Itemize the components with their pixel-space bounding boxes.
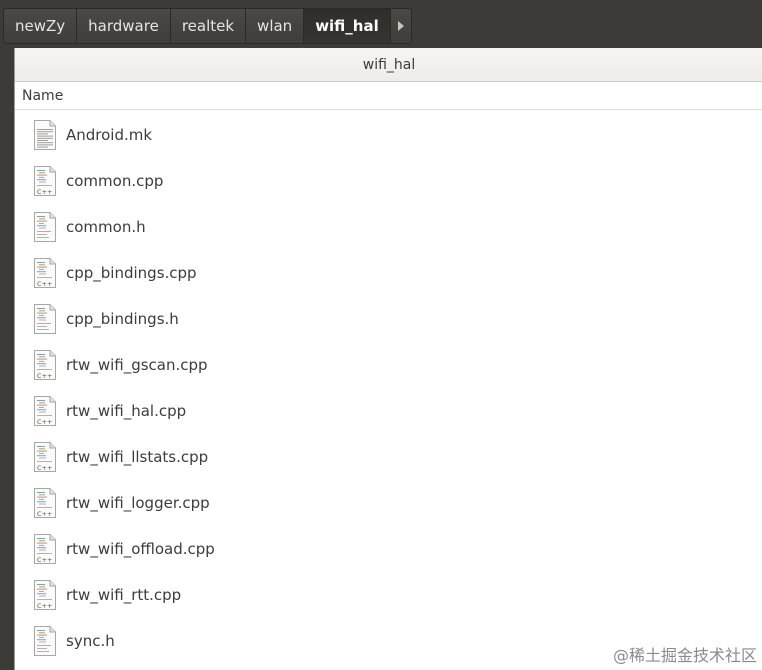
svg-text:C++: C++ [37, 464, 52, 472]
list-item[interactable]: C++ common.cpp [15, 158, 762, 204]
crumb-hardware[interactable]: hardware [76, 8, 170, 44]
triangle-right-icon [397, 21, 404, 31]
file-name: rtw_wifi_rtt.cpp [66, 586, 182, 604]
cpp-file-icon: C++ [34, 488, 56, 518]
svg-text:C++: C++ [37, 510, 52, 518]
file-name: rtw_wifi_logger.cpp [66, 494, 210, 512]
list-item[interactable]: C++ rtw_wifi_gscan.cpp [15, 342, 762, 388]
cpp-file-icon: C++ [34, 580, 56, 610]
cpp-file-icon: C++ [34, 534, 56, 564]
header-file-icon [34, 304, 56, 334]
svg-text:C++: C++ [37, 372, 52, 380]
list-item[interactable]: C++ rtw_wifi_hal.cpp [15, 388, 762, 434]
list-item[interactable]: C++ cpp_bindings.cpp [15, 250, 762, 296]
file-name: common.cpp [66, 172, 164, 190]
sidebar-edge [0, 48, 14, 670]
file-name: common.h [66, 218, 146, 236]
file-name: Android.mk [66, 126, 153, 144]
cpp-file-icon: C++ [34, 396, 56, 426]
crumb-wlan[interactable]: wlan [245, 8, 304, 44]
toolbar: newZy hardware realtek wlan wifi_hal [0, 0, 762, 48]
svg-text:C++: C++ [37, 602, 52, 610]
cpp-file-icon: C++ [34, 442, 56, 472]
column-header-name[interactable]: Name [15, 82, 762, 110]
view-title: wifi_hal [15, 48, 762, 82]
header-file-icon [34, 626, 56, 656]
list-item[interactable]: common.h [15, 204, 762, 250]
svg-text:C++: C++ [37, 188, 52, 196]
file-name: rtw_wifi_hal.cpp [66, 402, 187, 420]
list-item[interactable]: C++ rtw_wifi_rtt.cpp [15, 572, 762, 618]
list-item[interactable]: C++ rtw_wifi_llstats.cpp [15, 434, 762, 480]
file-name: sync.h [66, 632, 115, 650]
header-file-icon [34, 212, 56, 242]
cpp-file-icon: C++ [34, 258, 56, 288]
list-item[interactable]: cpp_bindings.h [15, 296, 762, 342]
list-item[interactable]: C++ rtw_wifi_offload.cpp [15, 526, 762, 572]
svg-text:C++: C++ [37, 280, 52, 288]
file-name: cpp_bindings.h [66, 310, 179, 328]
svg-text:C++: C++ [37, 556, 52, 564]
file-name: rtw_wifi_llstats.cpp [66, 448, 209, 466]
text-file-icon [34, 120, 56, 150]
svg-text:C++: C++ [37, 418, 52, 426]
path-bar: newZy hardware realtek wlan wifi_hal [3, 8, 412, 44]
list-item[interactable]: C++ rtw_wifi_logger.cpp [15, 480, 762, 526]
file-name: rtw_wifi_offload.cpp [66, 540, 215, 558]
file-name: rtw_wifi_gscan.cpp [66, 356, 208, 374]
crumb-realtek[interactable]: realtek [169, 8, 246, 44]
file-name: cpp_bindings.cpp [66, 264, 197, 282]
list-item[interactable]: Android.mk [15, 112, 762, 158]
crumb-wifi-hal[interactable]: wifi_hal [303, 8, 390, 44]
cpp-file-icon: C++ [34, 166, 56, 196]
crumb-newzy[interactable]: newZy [3, 8, 77, 44]
cpp-file-icon: C++ [34, 350, 56, 380]
watermark: @稀土掘金技术社区 [612, 646, 757, 665]
file-view: wifi_hal Name Android.mk C++ common.cpp com… [14, 48, 762, 670]
path-scroll-right-button[interactable] [389, 8, 412, 44]
